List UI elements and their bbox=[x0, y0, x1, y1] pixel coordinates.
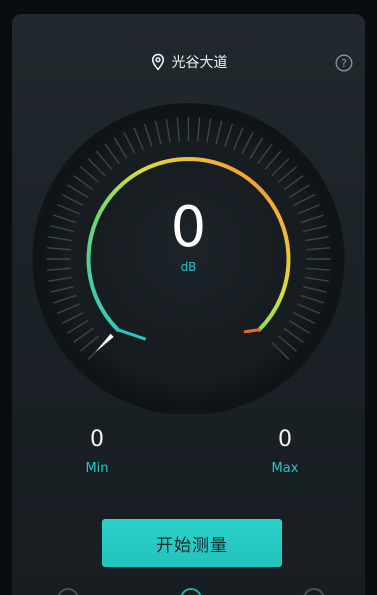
decibel-unit: dB bbox=[180, 260, 197, 274]
max-label: Max bbox=[271, 461, 299, 476]
app-screen: 光谷大道 ? 0 dB 0 Min 0 Max 开始测量 bbox=[12, 14, 365, 595]
tab-icon-center[interactable] bbox=[180, 588, 202, 595]
min-stat: 0 Min bbox=[67, 427, 127, 476]
min-value: 0 bbox=[90, 427, 104, 452]
bottom-tab-bar bbox=[12, 586, 365, 595]
decibel-reading: 0 bbox=[170, 195, 207, 260]
tab-icon-left[interactable] bbox=[57, 588, 79, 595]
max-stat: 0 Max bbox=[255, 427, 315, 476]
gauge-arc-end-cap bbox=[243, 328, 261, 334]
start-measure-button[interactable]: 开始测量 bbox=[102, 519, 282, 567]
tab-icon-right[interactable] bbox=[303, 588, 325, 595]
max-value: 0 bbox=[278, 427, 292, 452]
min-label: Min bbox=[85, 461, 109, 476]
device-frame: 光谷大道 ? 0 dB 0 Min 0 Max 开始测量 bbox=[0, 0, 377, 595]
